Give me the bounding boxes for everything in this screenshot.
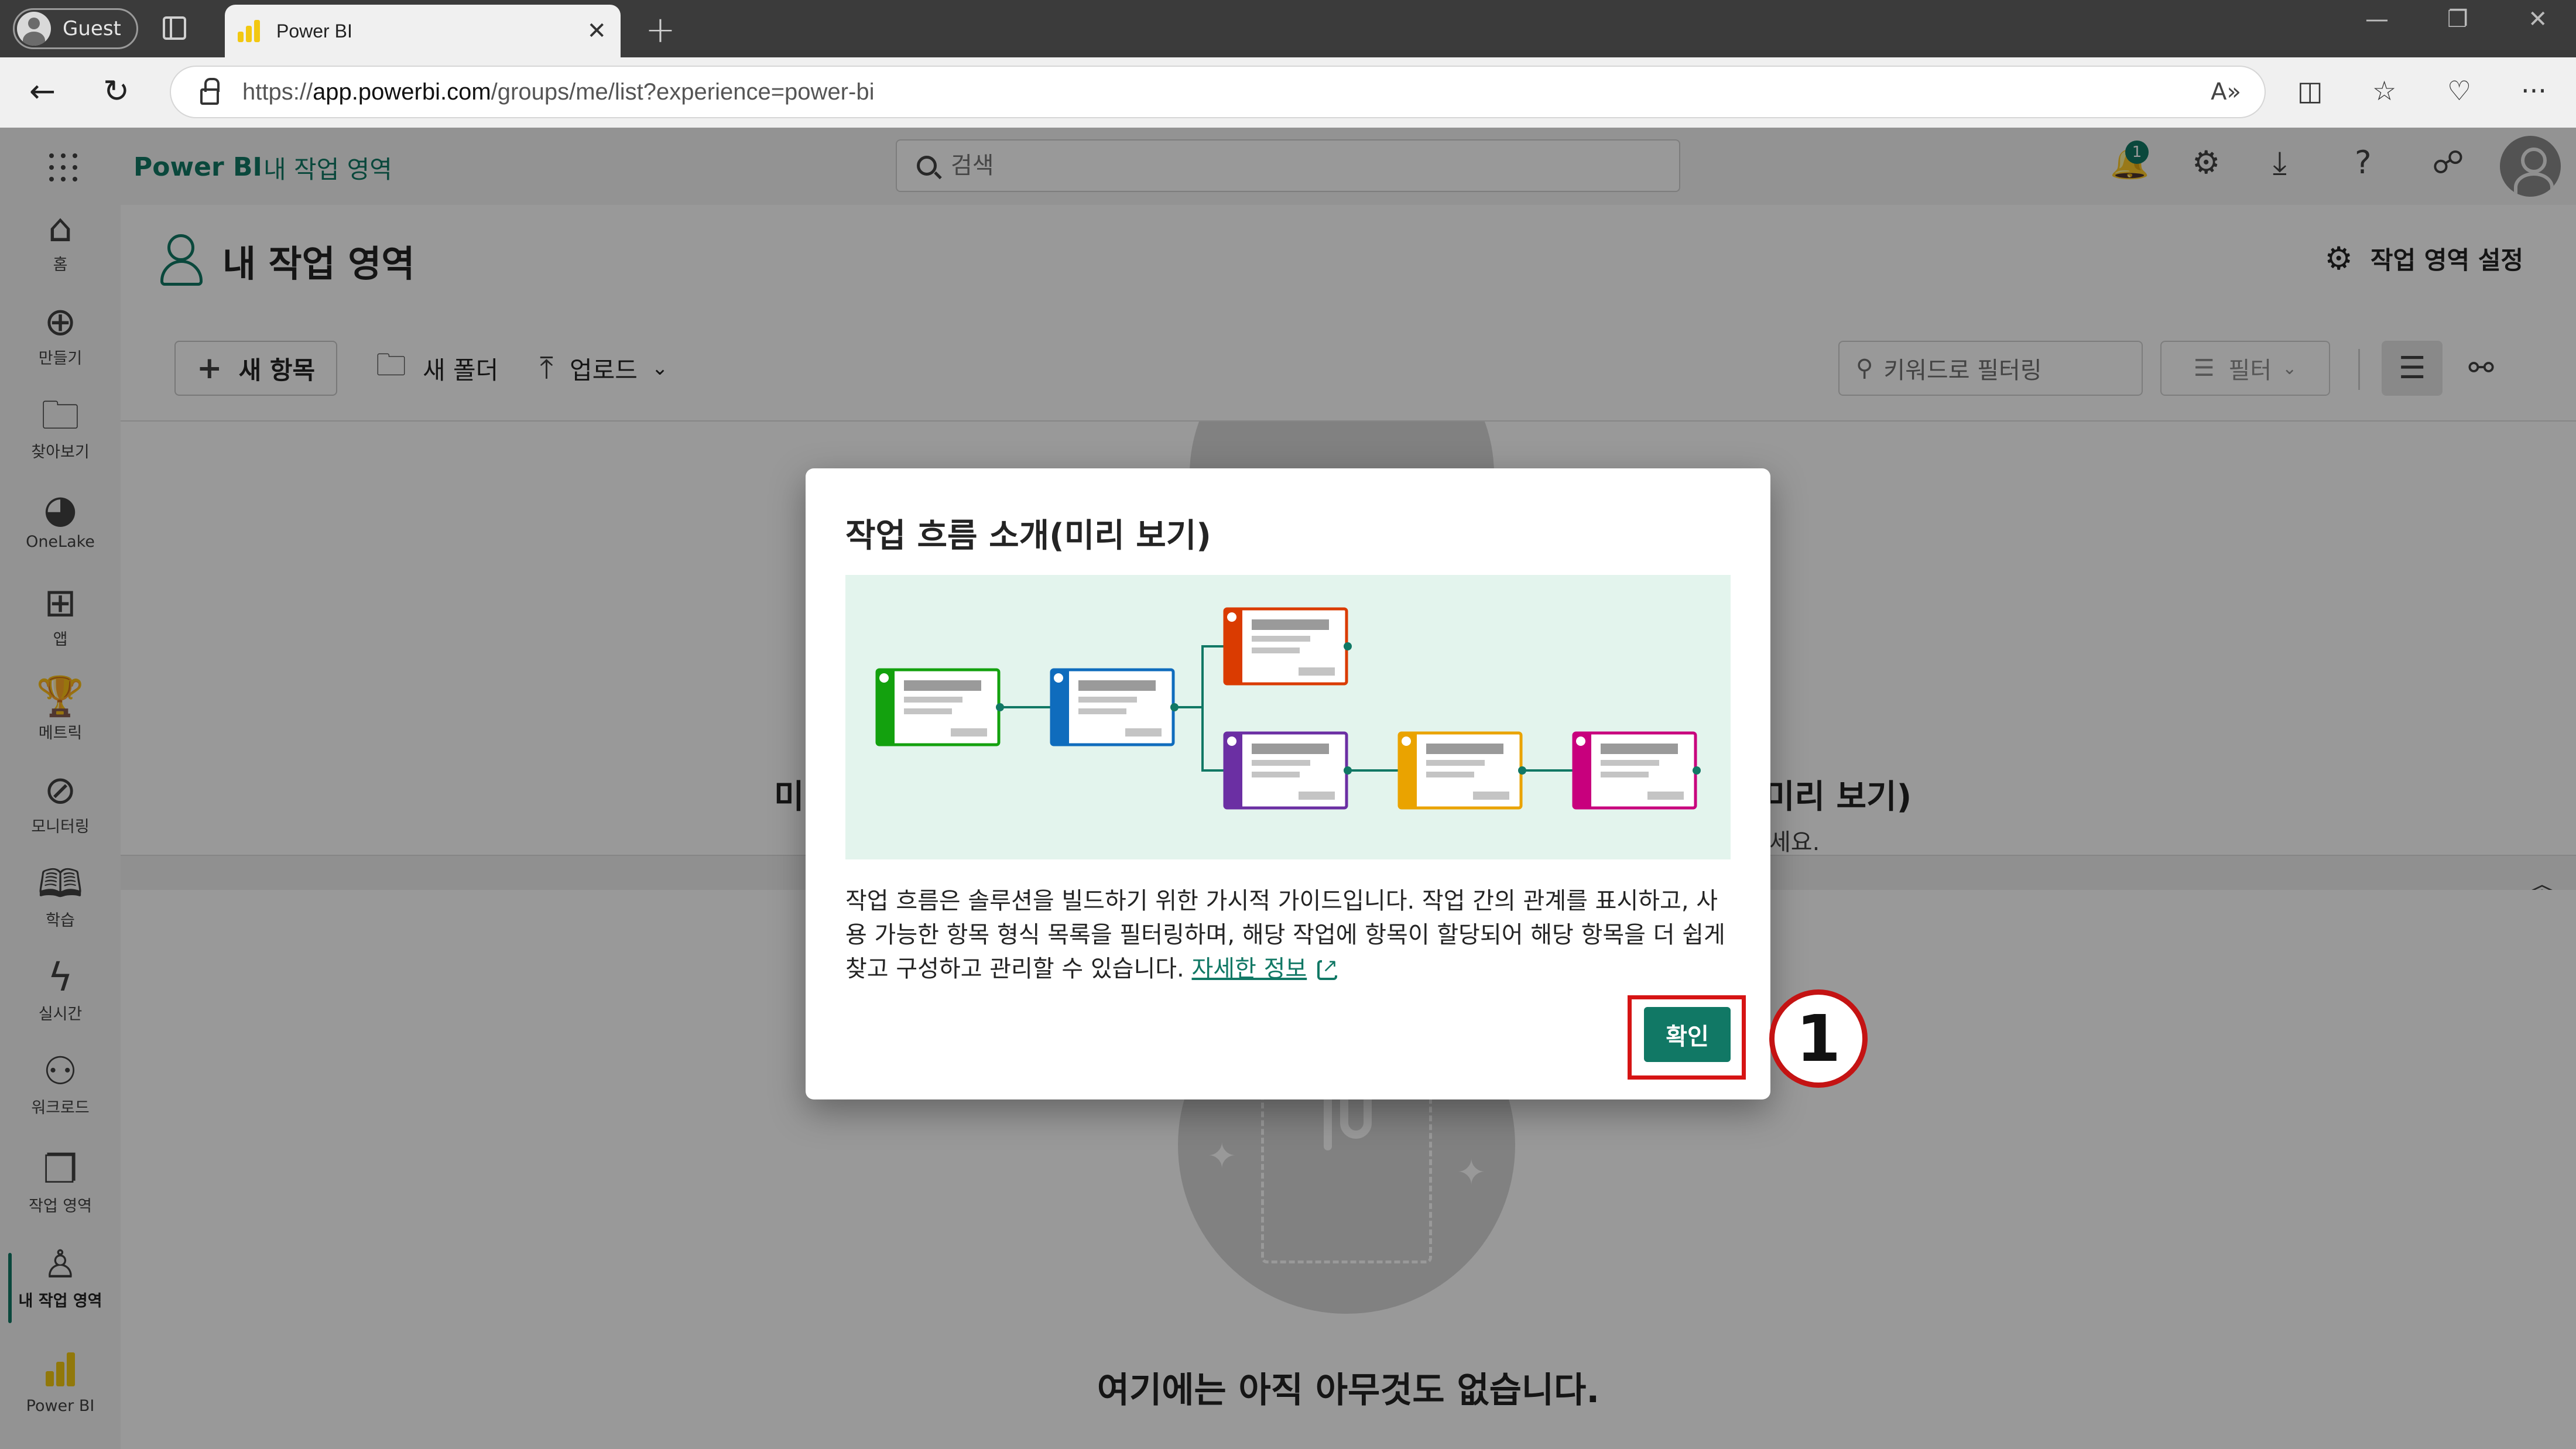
task-flow-card <box>1223 731 1352 810</box>
annotation-step-marker: 1 <box>1769 989 1868 1088</box>
task-flow-card <box>1397 731 1526 810</box>
task-flow-diagram-illustration <box>845 575 1731 859</box>
task-flow-card <box>875 668 1004 746</box>
back-icon[interactable]: ← <box>29 73 56 109</box>
task-flow-card <box>1050 668 1179 746</box>
guest-profile-button[interactable]: Guest <box>13 8 138 49</box>
url-text: https://app.powerbi.com/groups/me/list?e… <box>242 78 875 105</box>
new-tab-icon[interactable]: + <box>645 8 676 51</box>
url-field[interactable]: https://app.powerbi.com/groups/me/list?e… <box>170 66 2266 118</box>
restore-icon[interactable]: ❐ <box>2447 6 2468 33</box>
split-screen-icon[interactable]: ◫ <box>2297 75 2322 107</box>
task-flow-card <box>1572 731 1701 810</box>
tab-title: Power BI <box>276 20 352 42</box>
task-flow-diagram <box>875 607 1701 810</box>
browser-tab-power-bi[interactable]: Power BI ✕ <box>225 5 621 57</box>
browser-tab-bar: Guest Power BI ✕ + — ❐ ✕ <box>0 0 2576 57</box>
refresh-icon[interactable]: ↻ <box>103 73 129 109</box>
tab-actions-icon[interactable] <box>163 16 186 40</box>
task-flow-intro-dialog: 작업 흐름 소개(미리 보기) 작업 흐름은 솔루션을 빌드하기 위한 가시적 … <box>806 468 1770 1099</box>
dialog-title: 작업 흐름 소개(미리 보기) <box>845 517 1211 555</box>
task-flow-card <box>1223 607 1352 686</box>
external-link-icon <box>1317 955 1338 980</box>
lock-icon <box>200 78 220 105</box>
close-tab-icon[interactable]: ✕ <box>587 18 607 44</box>
browser-essentials-icon[interactable]: ♡ <box>2447 75 2471 107</box>
annotation-highlight-box <box>1628 995 1746 1080</box>
dialog-description: 작업 흐름은 솔루션을 빌드하기 위한 가시적 가이드입니다. 작업 간의 관계… <box>845 884 1735 986</box>
more-options-icon[interactable]: ··· <box>2521 75 2547 107</box>
browser-address-bar: ← ↻ https://app.powerbi.com/groups/me/li… <box>0 57 2576 128</box>
close-window-icon[interactable]: ✕ <box>2528 6 2548 33</box>
read-aloud-icon[interactable]: A» <box>2211 78 2241 105</box>
learn-more-link[interactable]: 자세한 정보 <box>1192 955 1307 982</box>
guest-avatar-icon <box>17 12 51 46</box>
favorites-icon[interactable]: ☆ <box>2372 75 2396 107</box>
profile-label: Guest <box>63 17 121 40</box>
minimize-icon[interactable]: — <box>2365 6 2389 33</box>
power-bi-favicon-icon <box>238 20 260 42</box>
